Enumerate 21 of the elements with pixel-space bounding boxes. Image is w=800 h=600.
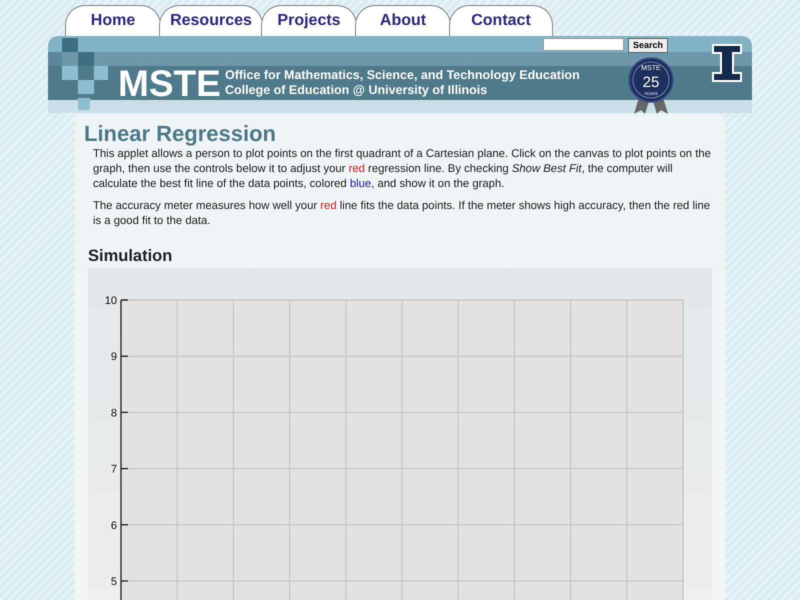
header-subtitle: College of Education @ University of Illinois: [225, 83, 488, 98]
y-tick-label: 6: [110, 520, 117, 532]
nav-tab[interactable]: Resources: [159, 5, 263, 36]
y-tick-label: 8: [110, 407, 117, 420]
block-i-logo-icon: [711, 43, 743, 83]
search-button[interactable]: Search: [628, 38, 668, 53]
nav-tab[interactable]: Projects: [261, 5, 357, 36]
nav-tab[interactable]: About: [355, 5, 451, 36]
page-title: Linear Regression: [84, 121, 277, 147]
y-tick-label: 7: [110, 464, 117, 476]
nav-tab[interactable]: Home: [65, 5, 161, 36]
description-paragraph: The accuracy meter measures how well your red line fits the data points. If the meter shows high accuracy, then the red line is a good fit to the data.: [93, 199, 712, 229]
description-paragraph: This applet allows a person to plot points on the first quadrant of a Cartesian plane. Click on the canvas to plot points on the graph, then use the controls below it to adjust your red regression line. By checking Show Best Fit, the computer will calculate the best fit line of the data points, colored blue, and show it on the graph.: [93, 147, 712, 192]
search-field[interactable]: [542, 38, 624, 51]
header-subtitle: Office for Mathematics, Science, and Technology Education: [225, 68, 580, 83]
y-tick-label: 10: [104, 295, 117, 307]
logo-text: MSTE: [118, 64, 221, 104]
nav-tab[interactable]: Contact: [449, 5, 553, 36]
section-heading: Simulation: [88, 246, 174, 266]
y-tick-label: 5: [110, 576, 117, 588]
y-tick-label: 9: [110, 351, 117, 364]
